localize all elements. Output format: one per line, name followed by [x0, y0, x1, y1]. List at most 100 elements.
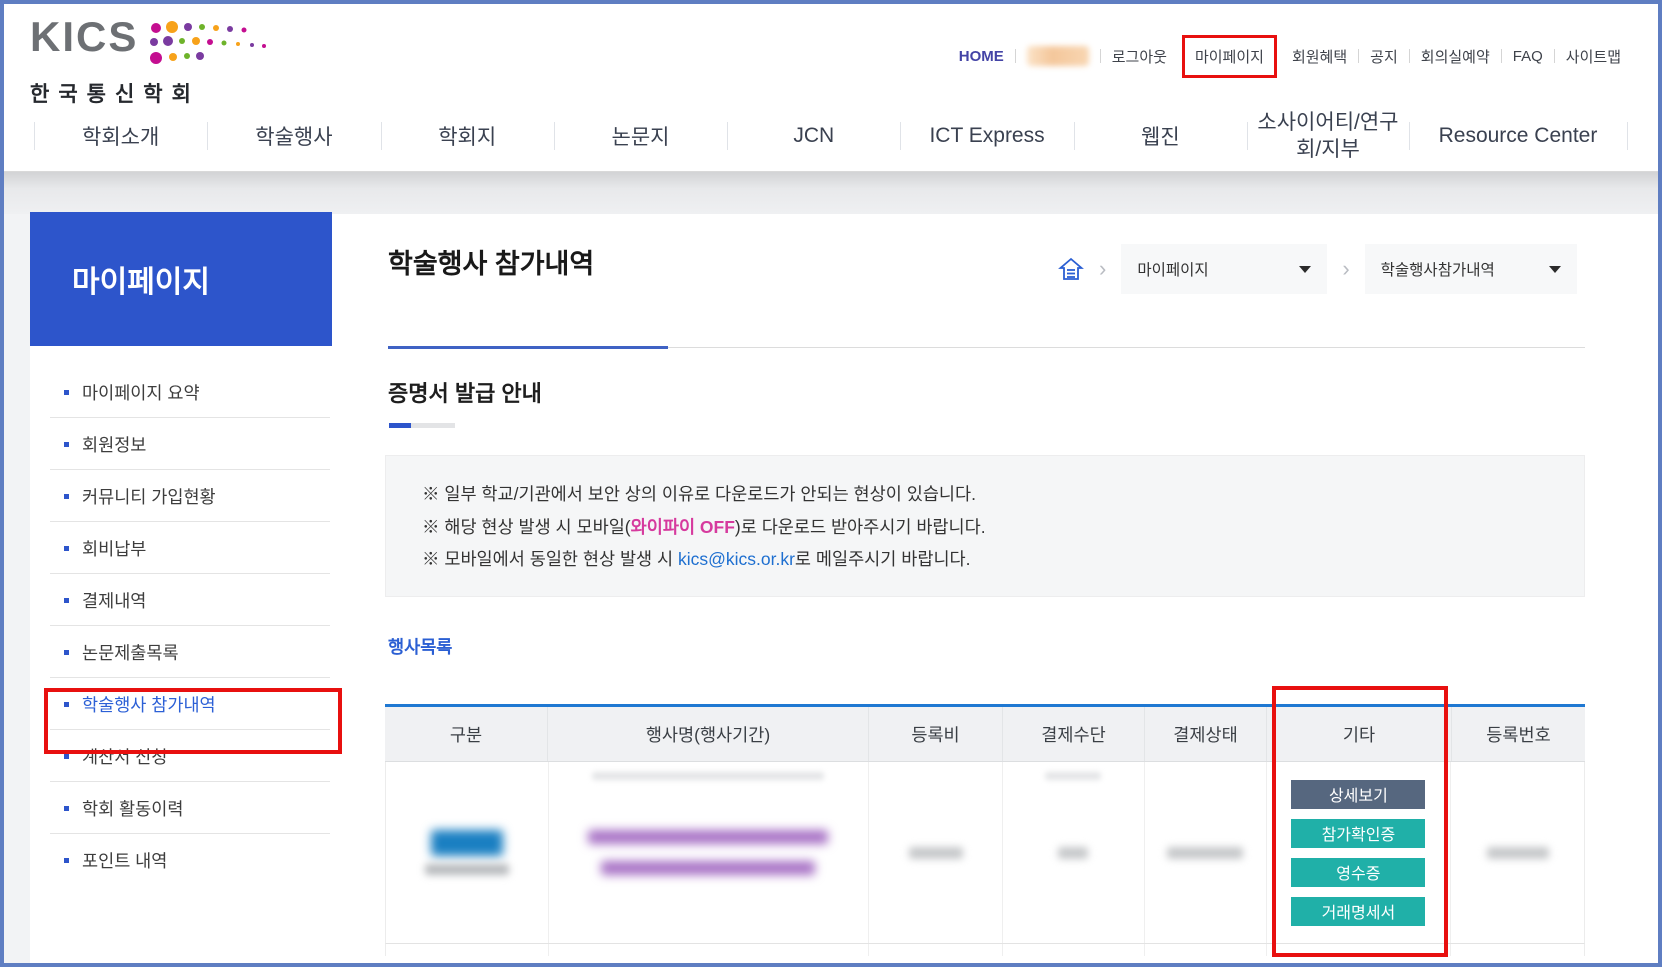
- sidebar-title: 마이페이지: [30, 212, 332, 346]
- logo-dots-icon: [146, 18, 296, 70]
- browser-page: KICS 한국통신학회 HOME: [0, 0, 1662, 967]
- redacted-event-name: [588, 830, 828, 844]
- heading-indicator: [389, 423, 455, 428]
- sidebar-item-invoice-request[interactable]: 계산서 신청: [30, 730, 332, 782]
- utility-benefits-link[interactable]: 회원혜택: [1281, 46, 1358, 67]
- utility-faq-link[interactable]: FAQ: [1502, 48, 1554, 65]
- redacted-faint-line: [1045, 772, 1101, 780]
- breadcrumb-dropdown-event-participation[interactable]: 학술행사참가내역: [1365, 244, 1577, 294]
- chevron-right-icon: ›: [1342, 258, 1349, 280]
- utility-notice-link[interactable]: 공지: [1359, 46, 1409, 67]
- bullet-icon: [64, 806, 69, 811]
- col-header-event-name: 행사명(행사기간): [547, 707, 868, 761]
- notice-line-1: ※ 일부 학교/기관에서 보안 상의 이유로 다운로드가 안되는 현상이 있습니…: [422, 478, 1584, 511]
- title-underline-accent: [388, 346, 668, 349]
- bullet-icon: [64, 650, 69, 655]
- cell-fee: [868, 762, 1002, 943]
- redacted-payment-method: [1058, 847, 1088, 859]
- event-table: 구분 행사명(행사기간) 등록비 결제수단 결제상태 기타 등록번호: [385, 704, 1585, 956]
- utility-nav: HOME 로그아웃 마이페이지 회원혜택 공지 회의실예약 FAQ 사이트맵: [948, 34, 1632, 78]
- nav-jcn[interactable]: JCN: [727, 120, 900, 152]
- redacted-category-badge: [431, 830, 503, 856]
- email-link[interactable]: kics@kics.or.kr: [678, 549, 795, 569]
- sidebar-menu: 마이페이지 요약 회원정보 커뮤니티 가입현황 회비납부 결제내역 논문제출목록…: [30, 346, 332, 886]
- sidebar-item-event-participation[interactable]: 학술행사 참가내역: [30, 678, 332, 730]
- table-row-partial: [385, 944, 1585, 956]
- redacted-fee: [909, 847, 963, 859]
- sidebar-item-community[interactable]: 커뮤니티 가입현황: [30, 470, 332, 522]
- utility-home-link[interactable]: HOME: [948, 48, 1015, 65]
- redacted-registration-no: [1487, 847, 1549, 859]
- event-list-label: 행사목록: [388, 634, 452, 659]
- table-row: 상세보기 참가확인증 영수증 거래명세서: [385, 762, 1585, 944]
- col-header-fee: 등록비: [868, 707, 1002, 761]
- transaction-statement-button[interactable]: 거래명세서: [1291, 897, 1425, 926]
- receipt-button[interactable]: 영수증: [1291, 858, 1425, 887]
- cell-event-name: [548, 762, 868, 943]
- redacted-category-text: [425, 864, 509, 875]
- nav-ict-express[interactable]: ICT Express: [900, 120, 1073, 152]
- annotation-box-mypage: 마이페이지: [1182, 35, 1277, 78]
- nav-journal[interactable]: 학회지: [381, 117, 554, 155]
- nav-papers[interactable]: 논문지: [554, 117, 727, 155]
- certificate-guide-heading: 증명서 발급 안내: [388, 376, 542, 408]
- notice-line-3: ※ 모바일에서 동일한 현상 발생 시 kics@kics.or.kr로 메일주…: [422, 543, 1584, 576]
- bullet-icon: [64, 754, 69, 759]
- chevron-right-icon: ›: [1099, 258, 1106, 280]
- cell-payment-status: [1144, 762, 1266, 943]
- bullet-icon: [64, 702, 69, 707]
- kics-logo[interactable]: KICS 한국통신학회: [30, 16, 296, 108]
- utility-mypage-link[interactable]: 마이페이지: [1195, 49, 1264, 66]
- utility-logout-link[interactable]: 로그아웃: [1101, 46, 1178, 67]
- sidebar-item-mypage-summary[interactable]: 마이페이지 요약: [30, 366, 332, 418]
- title-underline: [388, 347, 1585, 348]
- sidebar-item-activity-history[interactable]: 학회 활동이력: [30, 782, 332, 834]
- col-header-payment-status: 결제상태: [1144, 707, 1266, 761]
- utility-sitemap-link[interactable]: 사이트맵: [1555, 46, 1632, 67]
- redacted-event-dates: [601, 861, 815, 875]
- caret-down-icon: [1299, 266, 1311, 273]
- nav-society[interactable]: 소사이어티/연구회/지부: [1247, 109, 1409, 164]
- bullet-icon: [64, 390, 69, 395]
- left-margin-strip: [4, 214, 30, 963]
- redacted-username: [1027, 46, 1089, 66]
- logo-brand-text: KICS: [30, 16, 138, 58]
- bullet-icon: [64, 442, 69, 447]
- col-header-category: 구분: [385, 707, 547, 761]
- cell-actions: 상세보기 참가확인증 영수증 거래명세서: [1266, 762, 1451, 943]
- col-header-payment-method: 결제수단: [1002, 707, 1144, 761]
- nav-resource-center[interactable]: Resource Center: [1409, 120, 1627, 152]
- sidebar-item-dues[interactable]: 회비납부: [30, 522, 332, 574]
- breadcrumb-dropdown-mypage[interactable]: 마이페이지: [1121, 244, 1327, 294]
- breadcrumb: › 마이페이지 › 학술행사참가내역: [1058, 244, 1577, 294]
- sidebar-item-payments[interactable]: 결제내역: [30, 574, 332, 626]
- cell-payment-method: [1002, 762, 1144, 943]
- sidebar: 마이페이지 마이페이지 요약 회원정보 커뮤니티 가입현황 회비납부 결제내역 …: [30, 212, 332, 886]
- sidebar-item-paper-submissions[interactable]: 논문제출목록: [30, 626, 332, 678]
- redacted-payment-status: [1167, 847, 1243, 859]
- detail-view-button[interactable]: 상세보기: [1291, 780, 1425, 809]
- nav-webzine[interactable]: 웹진: [1074, 117, 1247, 155]
- redacted-faint-line: [592, 772, 824, 780]
- home-icon[interactable]: [1058, 256, 1084, 282]
- nav-about[interactable]: 학회소개: [34, 117, 207, 155]
- utility-room-reservation-link[interactable]: 회의실예약: [1410, 46, 1501, 67]
- nav-events[interactable]: 학술행사: [207, 117, 380, 155]
- bullet-icon: [64, 546, 69, 551]
- certificate-notice-box: ※ 일부 학교/기관에서 보안 상의 이유로 다운로드가 안되는 현상이 있습니…: [385, 455, 1585, 597]
- bullet-icon: [64, 598, 69, 603]
- table-header-row: 구분 행사명(행사기간) 등록비 결제수단 결제상태 기타 등록번호: [385, 707, 1585, 762]
- logo-subtitle: 한국통신학회: [30, 78, 296, 108]
- bullet-icon: [64, 494, 69, 499]
- cell-registration-no: [1450, 762, 1584, 943]
- divider: [1015, 49, 1016, 63]
- participation-certificate-button[interactable]: 참가확인증: [1291, 819, 1425, 848]
- cell-category: [386, 762, 548, 943]
- sidebar-item-points[interactable]: 포인트 내역: [30, 834, 332, 886]
- sidebar-item-member-info[interactable]: 회원정보: [30, 418, 332, 470]
- wifi-off-highlight: 와이파이 OFF: [631, 517, 735, 537]
- main-nav: 학회소개 학술행사 학회지 논문지 JCN ICT Express 웹진 소사이…: [34, 105, 1628, 167]
- site-header: KICS 한국통신학회 HOME: [4, 4, 1658, 172]
- page-title: 학술행사 참가내역: [388, 242, 594, 281]
- col-header-etc: 기타: [1266, 707, 1451, 761]
